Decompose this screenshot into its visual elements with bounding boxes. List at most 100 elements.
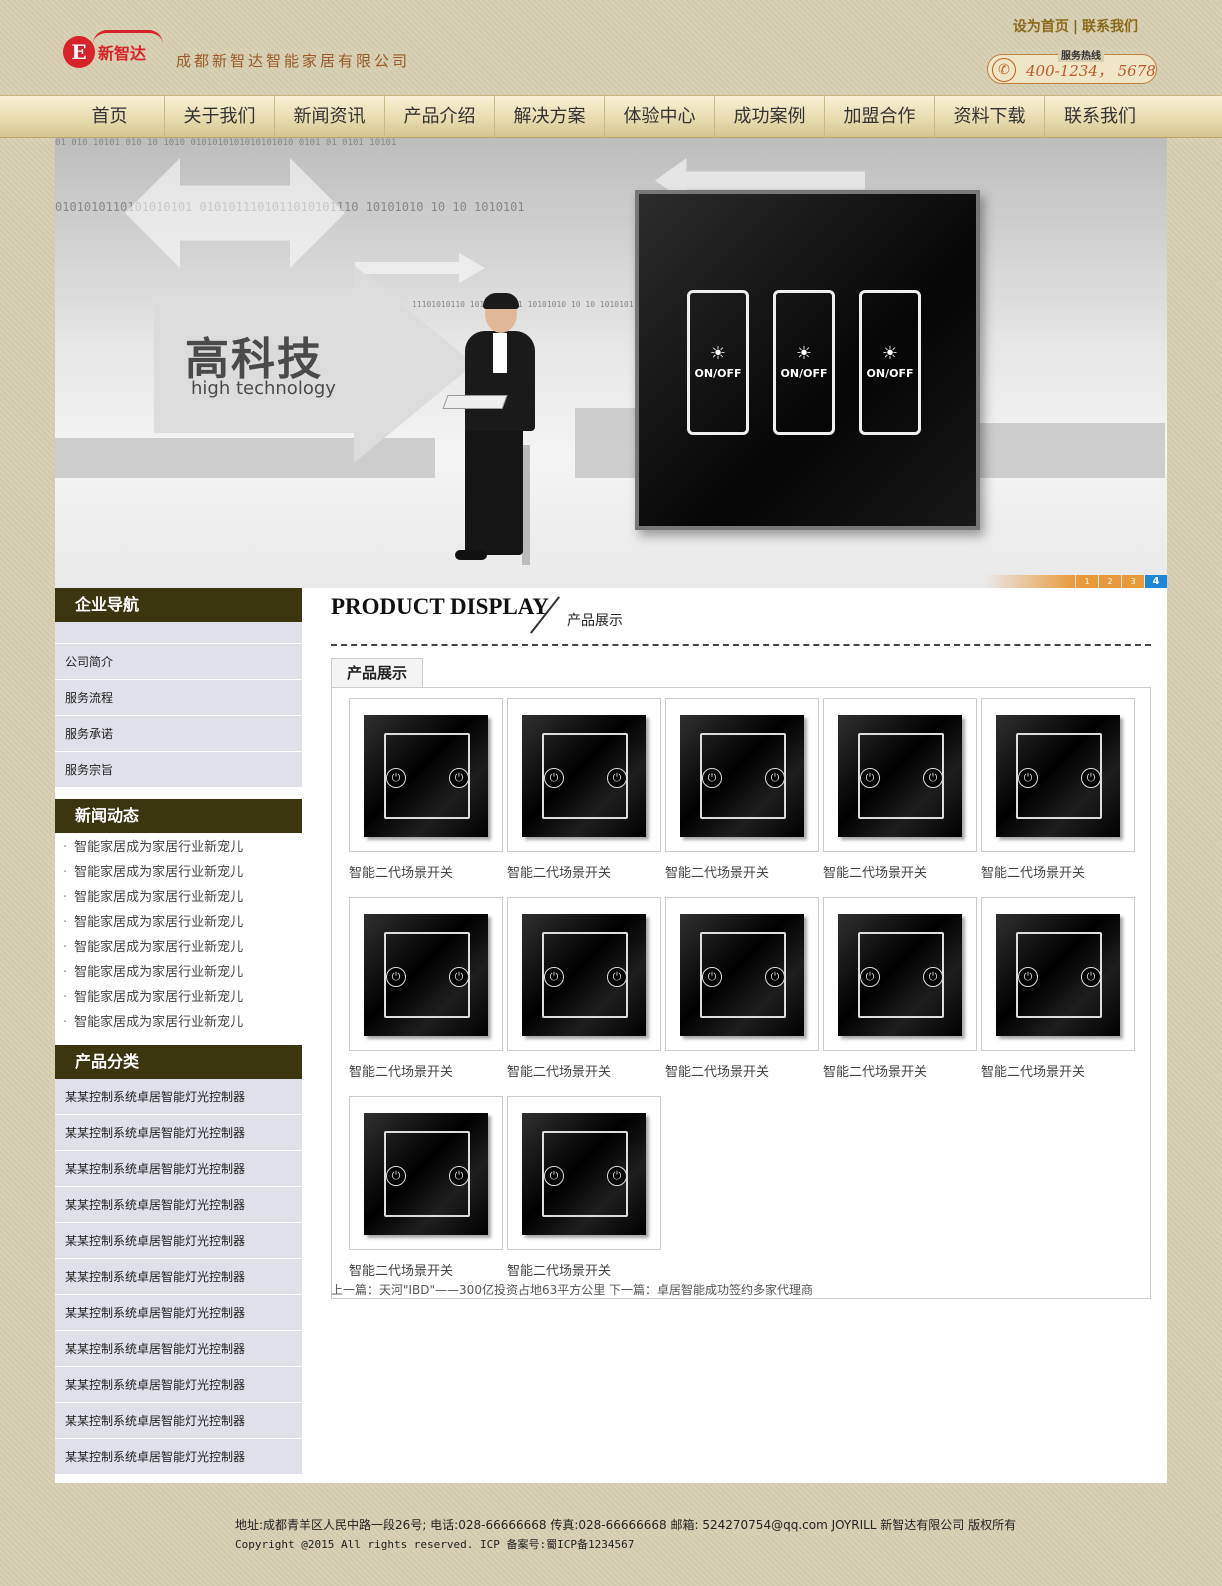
news-item-title[interactable]: 智能家居成为家居行业新宠儿 <box>74 1015 243 1030</box>
product-card[interactable]: ⏻ ⏻ 智能二代场景开关 <box>981 897 1135 1080</box>
sidebar-item-commitment[interactable]: 服务承诺 <box>55 716 302 752</box>
nav-item-contact[interactable]: 联系我们 <box>1045 96 1155 138</box>
product-name[interactable]: 智能二代场景开关 <box>981 862 1135 881</box>
category-item[interactable]: 某某控制系统卓居智能灯光控制器 <box>55 1223 302 1259</box>
product-image[interactable]: ⏻ ⏻ <box>823 698 977 852</box>
product-name[interactable]: 智能二代场景开关 <box>349 1061 503 1080</box>
product-name[interactable]: 智能二代场景开关 <box>349 862 503 881</box>
news-item-title[interactable]: 智能家居成为家居行业新宠儿 <box>74 865 243 880</box>
product-name[interactable]: 智能二代场景开关 <box>665 862 819 881</box>
news-item-title[interactable]: 智能家居成为家居行业新宠儿 <box>74 890 243 905</box>
product-image[interactable]: ⏻ ⏻ <box>507 1096 661 1250</box>
pager-dot[interactable]: 3 <box>1122 575 1144 588</box>
product-name[interactable]: 智能二代场景开关 <box>349 1260 503 1279</box>
product-card[interactable]: ⏻ ⏻ 智能二代场景开关 <box>665 698 819 881</box>
product-name[interactable]: 智能二代场景开关 <box>665 1061 819 1080</box>
hero-banner[interactable]: 01 010 10101 010 10 1010 010101010101010… <box>55 138 1167 588</box>
category-item[interactable]: 某某控制系统卓居智能灯光控制器 <box>55 1439 302 1475</box>
news-item[interactable]: · 智能家居成为家居行业新宠儿 <box>63 935 302 960</box>
product-card[interactable]: ⏻ ⏻ 智能二代场景开关 <box>507 1096 661 1279</box>
news-item[interactable]: · 智能家居成为家居行业新宠儿 <box>63 985 302 1010</box>
news-item[interactable]: · 智能家居成为家居行业新宠儿 <box>63 860 302 885</box>
product-name[interactable]: 智能二代场景开关 <box>981 1061 1135 1080</box>
power-icon: ⏻ <box>386 768 406 788</box>
category-item[interactable]: 某某控制系统卓居智能灯光控制器 <box>55 1259 302 1295</box>
switch-key-label: ON/OFF <box>694 367 742 380</box>
product-card[interactable]: ⏻ ⏻ 智能二代场景开关 <box>665 897 819 1080</box>
product-name[interactable]: 智能二代场景开关 <box>507 862 661 881</box>
product-card[interactable]: ⏻ ⏻ 智能二代场景开关 <box>507 698 661 881</box>
nav-item-news[interactable]: 新闻资讯 <box>275 96 385 138</box>
pager-dot[interactable]: 2 <box>1099 575 1121 588</box>
power-icon: ⏻ <box>544 1166 564 1186</box>
product-name[interactable]: 智能二代场景开关 <box>507 1061 661 1080</box>
pager-dot-active[interactable]: 4 <box>1145 575 1167 588</box>
product-card[interactable]: ⏻ ⏻ 智能二代场景开关 <box>349 698 503 881</box>
nav-item-cases[interactable]: 成功案例 <box>715 96 825 138</box>
category-item[interactable]: 某某控制系统卓居智能灯光控制器 <box>55 1187 302 1223</box>
product-image[interactable]: ⏻ ⏻ <box>823 897 977 1051</box>
product-card[interactable]: ⏻ ⏻ 智能二代场景开关 <box>823 897 977 1080</box>
news-item[interactable]: · 智能家居成为家居行业新宠儿 <box>63 960 302 985</box>
power-icon: ⏻ <box>607 768 627 788</box>
product-name[interactable]: 智能二代场景开关 <box>823 1061 977 1080</box>
news-item[interactable]: · 智能家居成为家居行业新宠儿 <box>63 885 302 910</box>
news-item[interactable]: · 智能家居成为家居行业新宠儿 <box>63 910 302 935</box>
product-image[interactable]: ⏻ ⏻ <box>349 1096 503 1250</box>
pager-dot[interactable]: 1 <box>1076 575 1098 588</box>
light-icon: ☀ <box>795 343 813 364</box>
bullet-icon: · <box>63 940 68 955</box>
product-image[interactable]: ⏻ ⏻ <box>507 897 661 1051</box>
logo[interactable]: E 新智达 <box>63 30 163 68</box>
category-item[interactable]: 某某控制系统卓居智能灯光控制器 <box>55 1151 302 1187</box>
news-item-title[interactable]: 智能家居成为家居行业新宠儿 <box>74 990 243 1005</box>
news-item-title[interactable]: 智能家居成为家居行业新宠儿 <box>74 840 243 855</box>
tab-products[interactable]: 产品展示 <box>331 658 423 688</box>
product-image[interactable]: ⏻ ⏻ <box>507 698 661 852</box>
bullet-icon: · <box>63 865 68 880</box>
footer-address: 地址:成都青羊区人民中路一段26号; 电话:028-66666668 传真:02… <box>235 1518 1017 1532</box>
switch-tile: ⏻ ⏻ <box>996 914 1120 1036</box>
nav-item-products[interactable]: 产品介绍 <box>385 96 495 138</box>
set-homepage-link[interactable]: 设为首页 <box>1013 19 1069 35</box>
prev-next-links[interactable]: 上一篇：天河"IBD"——300亿投资占地63平方公里 下一篇：卓居智能成功签约… <box>331 1281 813 1298</box>
product-card[interactable]: ⏻ ⏻ 智能二代场景开关 <box>981 698 1135 881</box>
businessman-illustration <box>430 293 580 580</box>
double-arrow-icon <box>125 158 345 268</box>
sidebar-item-intro[interactable]: 公司简介 <box>55 644 302 680</box>
category-item[interactable]: 某某控制系统卓居智能灯光控制器 <box>55 1295 302 1331</box>
sidebar-item-purpose[interactable]: 服务宗旨 <box>55 752 302 788</box>
product-card[interactable]: ⏻ ⏻ 智能二代场景开关 <box>507 897 661 1080</box>
news-item-title[interactable]: 智能家居成为家居行业新宠儿 <box>74 965 243 980</box>
product-card[interactable]: ⏻ ⏻ 智能二代场景开关 <box>349 897 503 1080</box>
news-item[interactable]: · 智能家居成为家居行业新宠儿 <box>63 835 302 860</box>
sidebar-item-process[interactable]: 服务流程 <box>55 680 302 716</box>
product-name[interactable]: 智能二代场景开关 <box>507 1260 661 1279</box>
category-item[interactable]: 某某控制系统卓居智能灯光控制器 <box>55 1079 302 1115</box>
product-image[interactable]: ⏻ ⏻ <box>349 897 503 1051</box>
nav-item-solutions[interactable]: 解决方案 <box>495 96 605 138</box>
product-image[interactable]: ⏻ ⏻ <box>665 698 819 852</box>
category-item[interactable]: 某某控制系统卓居智能灯光控制器 <box>55 1403 302 1439</box>
product-name[interactable]: 智能二代场景开关 <box>823 862 977 881</box>
news-item-title[interactable]: 智能家居成为家居行业新宠儿 <box>74 940 243 955</box>
category-item[interactable]: 某某控制系统卓居智能灯光控制器 <box>55 1367 302 1403</box>
nav-item-downloads[interactable]: 资料下载 <box>935 96 1045 138</box>
product-image[interactable]: ⏻ ⏻ <box>349 698 503 852</box>
product-image[interactable]: ⏻ ⏻ <box>981 698 1135 852</box>
category-item[interactable]: 某某控制系统卓居智能灯光控制器 <box>55 1331 302 1367</box>
nav-item-franchise[interactable]: 加盟合作 <box>825 96 935 138</box>
nav-item-about[interactable]: 关于我们 <box>165 96 275 138</box>
product-image[interactable]: ⏻ ⏻ <box>665 897 819 1051</box>
news-item[interactable]: · 智能家居成为家居行业新宠儿 <box>63 1010 302 1035</box>
product-image[interactable]: ⏻ ⏻ <box>981 897 1135 1051</box>
nav-item-home[interactable]: 首页 <box>55 96 165 138</box>
category-item[interactable]: 某某控制系统卓居智能灯光控制器 <box>55 1115 302 1151</box>
product-card[interactable]: ⏻ ⏻ 智能二代场景开关 <box>823 698 977 881</box>
footer-copyright: Copyright @2015 All rights reserved. ICP… <box>235 1538 635 1551</box>
news-item-title[interactable]: 智能家居成为家居行业新宠儿 <box>74 915 243 930</box>
hair <box>483 293 519 309</box>
product-card[interactable]: ⏻ ⏻ 智能二代场景开关 <box>349 1096 503 1279</box>
nav-item-experience[interactable]: 体验中心 <box>605 96 715 138</box>
contact-us-link[interactable]: 联系我们 <box>1082 19 1138 35</box>
